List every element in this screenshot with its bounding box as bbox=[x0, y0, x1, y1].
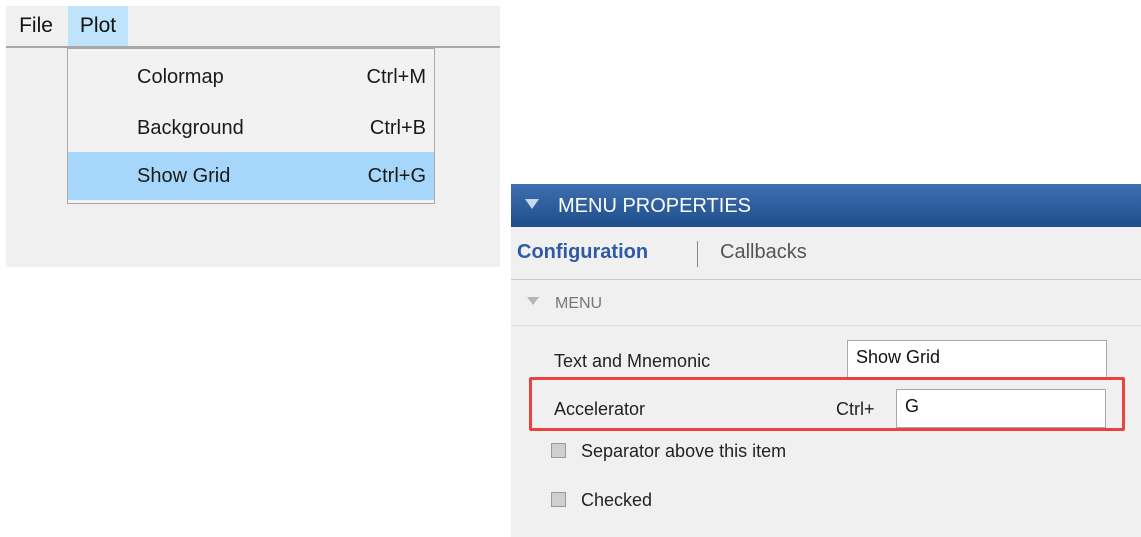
tab-callbacks[interactable]: Callbacks bbox=[720, 241, 807, 264]
accelerator-field[interactable]: G bbox=[896, 389, 1106, 428]
menu-item-shortcut: Ctrl+M bbox=[366, 66, 426, 88]
app-window: File Plot Colormap Ctrl+M Background Ctr… bbox=[6, 6, 500, 267]
plot-dropdown-menu: Colormap Ctrl+M Background Ctrl+B Show G… bbox=[67, 48, 435, 204]
accelerator-label: Accelerator bbox=[554, 399, 646, 419]
menu-file[interactable]: File bbox=[8, 6, 64, 46]
menu-item-show-grid[interactable]: Show Grid Ctrl+G bbox=[68, 152, 434, 200]
section-title: MENU bbox=[555, 295, 603, 312]
menu-item-label: Colormap bbox=[137, 66, 224, 88]
section-header-menu[interactable]: MENU bbox=[511, 280, 1141, 326]
collapse-triangle-icon[interactable] bbox=[525, 199, 539, 209]
menu-plot[interactable]: Plot bbox=[68, 6, 128, 46]
menu-item-background[interactable]: Background Ctrl+B bbox=[68, 104, 434, 152]
checked-checkbox-label: Checked bbox=[581, 490, 653, 510]
checked-checkbox[interactable] bbox=[551, 492, 566, 507]
menu-item-shortcut: Ctrl+B bbox=[369, 117, 426, 139]
menu-item-shortcut: Ctrl+G bbox=[367, 165, 426, 187]
menu-item-colormap[interactable]: Colormap Ctrl+M bbox=[68, 53, 434, 101]
tab-configuration[interactable]: Configuration bbox=[517, 241, 648, 264]
menu-item-label: Show Grid bbox=[137, 165, 231, 187]
separator-checkbox-label: Separator above this item bbox=[581, 441, 787, 461]
separator-checkbox[interactable] bbox=[551, 443, 566, 458]
section-triangle-icon[interactable] bbox=[527, 297, 539, 305]
menu-item-label: Background bbox=[137, 117, 244, 139]
text-mnemonic-label: Text and Mnemonic bbox=[554, 351, 711, 371]
panel-title: MENU PROPERTIES bbox=[558, 195, 751, 217]
menubar: File Plot bbox=[6, 6, 500, 48]
menu-properties-panel: MENU PROPERTIES Configuration Callbacks … bbox=[511, 184, 1141, 537]
panel-header[interactable]: MENU PROPERTIES bbox=[511, 184, 1141, 227]
text-mnemonic-field[interactable]: Show Grid bbox=[847, 340, 1107, 380]
accelerator-prefix: Ctrl+ bbox=[836, 399, 875, 419]
tab-bar: Configuration Callbacks bbox=[511, 227, 1141, 280]
tab-separator bbox=[697, 241, 698, 267]
